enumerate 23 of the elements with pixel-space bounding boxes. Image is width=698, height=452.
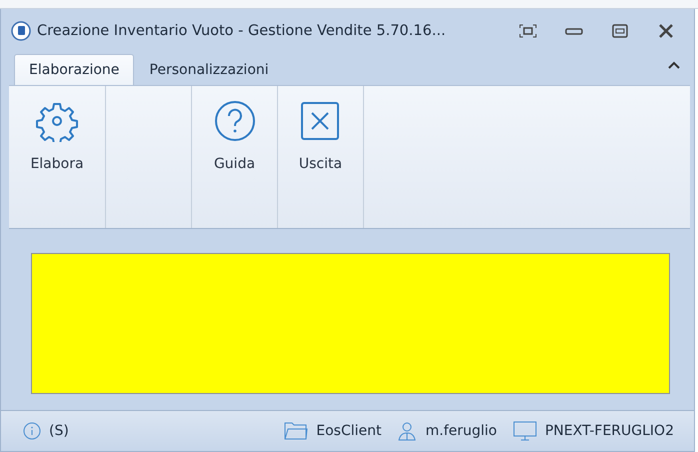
fullscreen-icon[interactable] bbox=[519, 24, 537, 38]
monitor-icon bbox=[512, 421, 537, 441]
ribbon-button[interactable]: Uscita bbox=[292, 100, 348, 172]
close-icon[interactable] bbox=[658, 23, 674, 39]
ribbon-tab[interactable]: Personalizzazioni bbox=[134, 54, 284, 85]
ribbon-button[interactable]: Elabora bbox=[24, 100, 90, 172]
window-title: Creazione Inventario Vuoto - Gestione Vendite 5.70.16... bbox=[37, 23, 447, 39]
ribbon-button[interactable]: Guida bbox=[208, 100, 262, 172]
status-text: (S) bbox=[49, 423, 69, 439]
minimize-icon[interactable] bbox=[565, 27, 583, 35]
app-icon bbox=[11, 21, 31, 41]
gear-icon bbox=[36, 100, 78, 142]
status-text: PNEXT-FERUGLIO2 bbox=[544, 423, 674, 439]
close-icon bbox=[301, 102, 340, 140]
user-icon bbox=[397, 421, 418, 441]
folder-icon bbox=[284, 421, 308, 441]
maximize-icon[interactable] bbox=[612, 24, 628, 38]
ribbon-tab[interactable]: Elaborazione bbox=[14, 54, 134, 85]
status-text: m.feruglio bbox=[425, 423, 497, 439]
collapse-icon[interactable] bbox=[668, 61, 680, 69]
status-text: EosClient bbox=[316, 423, 382, 439]
help-icon bbox=[214, 100, 256, 142]
info-icon bbox=[23, 422, 41, 440]
